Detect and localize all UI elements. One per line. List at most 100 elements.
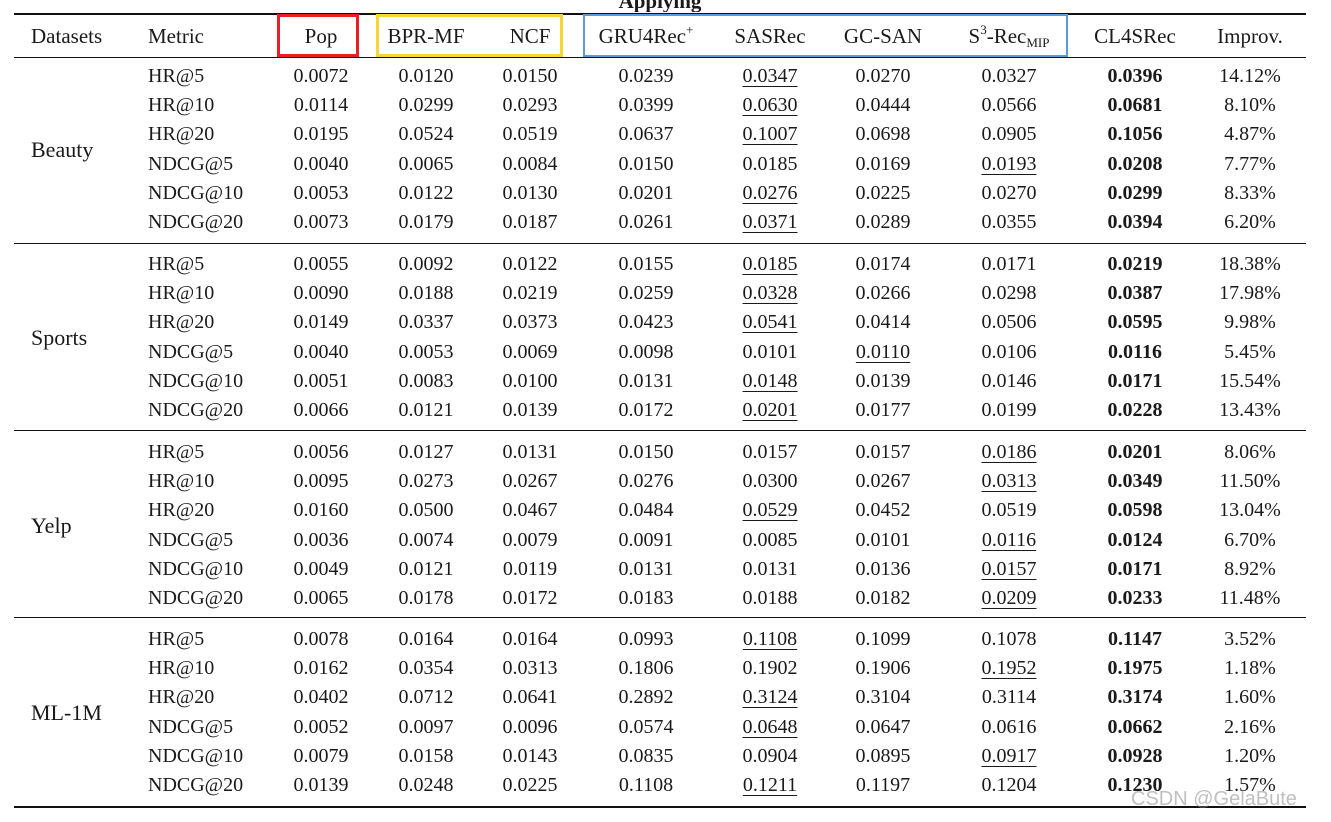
- value-cell: 0.1108: [618, 774, 674, 796]
- value-cell: 0.0084: [502, 152, 558, 175]
- value-cell: 0.0225: [502, 774, 558, 796]
- best-value-cell: 0.3174: [1107, 686, 1163, 709]
- value-cell: 0.3104: [855, 686, 911, 709]
- value-cell: 0.0056: [293, 441, 349, 463]
- value-cell: 0.0616: [981, 715, 1037, 738]
- value-cell: 0.0098: [618, 340, 674, 363]
- value-cell: 0.0187: [502, 211, 558, 233]
- metric-cell: NDCG@5: [148, 715, 234, 738]
- metric-cell: HR@20: [148, 311, 215, 334]
- second-best-value-cell: 0.0328: [742, 282, 798, 305]
- value-cell: 0.0119: [502, 557, 558, 580]
- value-cell: 0.0150: [618, 441, 674, 463]
- value-cell: 0.1078: [981, 628, 1037, 650]
- metric-cell: NDCG@20: [148, 774, 244, 796]
- value-cell: 0.0414: [855, 311, 911, 334]
- table-row: HR@10 0.0095 0.0273 0.0267 0.0276 0.0300 0.026…: [0, 467, 1331, 496]
- second-best-value-cell: 0.0347: [742, 65, 798, 87]
- second-best-value-cell: 0.0185: [742, 253, 798, 275]
- value-cell: 0.0049: [293, 557, 349, 580]
- second-best-value-cell: 0.0313: [981, 470, 1037, 493]
- value-cell: 0.0106: [981, 340, 1037, 363]
- table-row: HR@20 0.0402 0.0712 0.0641 0.2892 0.3124 0.310…: [0, 683, 1331, 712]
- value-cell: 0.0040: [293, 340, 349, 363]
- value-cell: 0.0078: [293, 628, 349, 650]
- improvement-cell: 18.38%: [1219, 253, 1281, 275]
- value-cell: 0.0299: [398, 94, 454, 117]
- metric-cell: HR@10: [148, 94, 215, 117]
- value-cell: 0.0993: [618, 628, 674, 650]
- value-cell: 0.0179: [398, 211, 454, 233]
- value-cell: 0.0174: [855, 253, 911, 275]
- value-cell: 0.0183: [618, 587, 674, 609]
- value-cell: 0.0201: [618, 181, 674, 204]
- best-value-cell: 0.0299: [1107, 181, 1163, 204]
- value-cell: 0.0337: [398, 311, 454, 334]
- second-best-value-cell: 0.0648: [742, 715, 798, 738]
- table-row: NDCG@10 0.0079 0.0158 0.0143 0.0835 0.0904 0.0…: [0, 742, 1331, 771]
- improvement-cell: 2.16%: [1224, 715, 1276, 738]
- best-value-cell: 0.1147: [1108, 628, 1162, 650]
- value-cell: 0.0171: [981, 253, 1037, 275]
- best-value-cell: 0.0681: [1107, 94, 1163, 117]
- metric-cell: HR@10: [148, 657, 215, 680]
- table-row: HR@10 0.0114 0.0299 0.0293 0.0399 0.0630 0.044…: [0, 91, 1331, 120]
- best-value-cell: 0.0394: [1107, 211, 1163, 233]
- value-cell: 0.0164: [502, 628, 558, 650]
- metric-cell: NDCG@5: [148, 340, 234, 363]
- value-cell: 0.0053: [293, 181, 349, 204]
- table-row: HR@5 0.0072 0.0120 0.0150 0.0239 0.0347 0.0270…: [0, 62, 1331, 91]
- second-best-value-cell: 0.0148: [742, 369, 798, 392]
- value-cell: 0.0065: [398, 152, 454, 175]
- value-cell: 0.1099: [855, 628, 911, 650]
- value-cell: 0.0150: [502, 65, 558, 87]
- table-row: NDCG@5 0.0052 0.0097 0.0096 0.0574 0.0648 0.06…: [0, 713, 1331, 742]
- value-cell: 0.0096: [502, 715, 558, 738]
- second-best-value-cell: 0.0541: [742, 311, 798, 334]
- value-cell: 0.0266: [855, 282, 911, 305]
- best-value-cell: 0.0233: [1107, 587, 1163, 609]
- second-best-value-cell: 0.0201: [742, 399, 798, 421]
- metric-cell: HR@5: [148, 628, 205, 650]
- value-cell: 0.0162: [293, 657, 349, 680]
- value-cell: 0.0150: [618, 152, 674, 175]
- value-cell: 0.0402: [293, 686, 349, 709]
- value-cell: 0.0083: [398, 369, 454, 392]
- improvement-cell: 8.06%: [1224, 441, 1276, 463]
- table-row: NDCG@20 0.0065 0.0178 0.0172 0.0183 0.0188 0.0…: [0, 584, 1331, 613]
- value-cell: 0.0079: [293, 744, 349, 767]
- improvement-cell: 5.45%: [1224, 340, 1276, 363]
- second-best-value-cell: 0.0209: [981, 587, 1037, 609]
- metric-cell: HR@10: [148, 470, 215, 493]
- value-cell: 0.0423: [618, 311, 674, 334]
- table-row: NDCG@5 0.0040 0.0065 0.0084 0.0150 0.0185 0.01…: [0, 150, 1331, 179]
- metric-cell: NDCG@5: [148, 528, 234, 551]
- value-cell: 0.0097: [398, 715, 454, 738]
- value-cell: 0.0185: [742, 152, 798, 175]
- value-cell: 0.0131: [502, 441, 558, 463]
- value-cell: 0.0647: [855, 715, 911, 738]
- value-cell: 0.0519: [502, 123, 558, 146]
- value-cell: 0.0199: [981, 399, 1037, 421]
- value-cell: 0.0122: [398, 181, 454, 204]
- improvement-cell: 11.50%: [1219, 470, 1281, 493]
- table-body: Beauty HR@5 0.0072 0.0120 0.0150 0.0239 0.0347…: [0, 0, 1331, 822]
- value-cell: 0.1902: [742, 657, 798, 680]
- second-best-value-cell: 0.0193: [981, 152, 1037, 175]
- value-cell: 0.0484: [618, 499, 674, 522]
- value-cell: 0.0261: [618, 211, 674, 233]
- improvement-cell: 1.18%: [1224, 657, 1276, 680]
- metric-cell: NDCG@10: [148, 369, 244, 392]
- value-cell: 0.0073: [293, 211, 349, 233]
- value-cell: 0.0139: [855, 369, 911, 392]
- value-cell: 0.0052: [293, 715, 349, 738]
- value-cell: 0.0177: [855, 399, 911, 421]
- improvement-cell: 1.20%: [1224, 744, 1276, 767]
- metric-cell: HR@20: [148, 686, 215, 709]
- table-row: HR@20 0.0195 0.0524 0.0519 0.0637 0.1007 0.069…: [0, 120, 1331, 149]
- value-cell: 0.0146: [981, 369, 1037, 392]
- second-best-value-cell: 0.0157: [981, 557, 1037, 580]
- best-value-cell: 0.0116: [1108, 340, 1162, 363]
- improvement-cell: 13.04%: [1219, 499, 1281, 522]
- improvement-cell: 7.77%: [1224, 152, 1276, 175]
